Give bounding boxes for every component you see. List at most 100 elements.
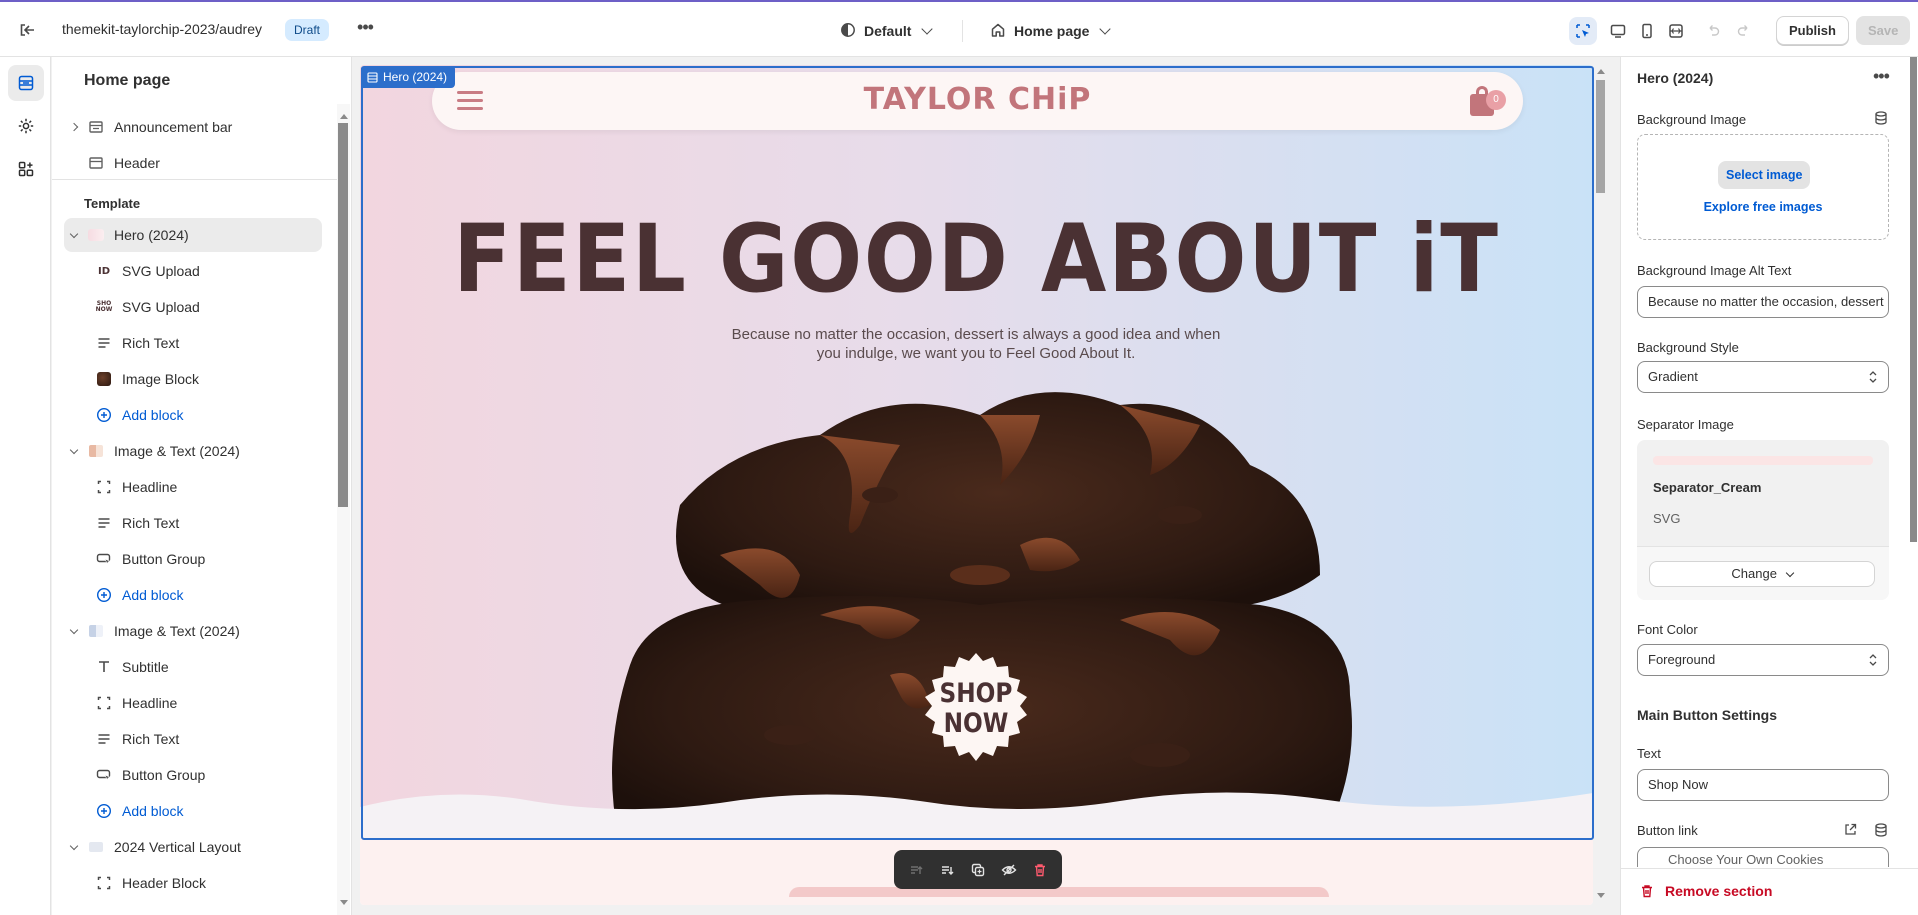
- duplicate-icon[interactable]: [965, 857, 991, 883]
- apps-icon[interactable]: [8, 151, 44, 187]
- button-cursor-icon: [94, 765, 114, 785]
- external-link-icon[interactable]: [1843, 822, 1858, 840]
- undo-icon[interactable]: [1699, 17, 1727, 45]
- chevron-down-icon: [1785, 568, 1794, 578]
- sidebar-block-rich-text[interactable]: Rich Text: [64, 506, 322, 540]
- chevron-down-icon[interactable]: [66, 445, 82, 454]
- save-button[interactable]: Save: [1856, 16, 1911, 45]
- sidebar-item-label: Button Group: [122, 767, 206, 783]
- mobile-view-icon[interactable]: [1633, 17, 1661, 45]
- main-button-heading: Main Button Settings: [1637, 707, 1777, 723]
- bg-image-picker: Select image Explore free images: [1637, 134, 1889, 240]
- theme-selector[interactable]: Default: [840, 19, 934, 43]
- chevron-down-icon[interactable]: [66, 229, 82, 238]
- sidebar-block-svg-upload[interactable]: ID SVG Upload: [64, 254, 322, 288]
- text-lines-icon: [94, 729, 114, 749]
- chevron-down-icon[interactable]: [66, 841, 82, 850]
- sidebar-block-button-group[interactable]: Button Group: [64, 758, 322, 792]
- desktop-view-icon[interactable]: [1604, 17, 1632, 45]
- cart-icon[interactable]: 0: [1470, 86, 1506, 116]
- add-block-button[interactable]: Add block: [64, 578, 322, 612]
- store-path: themekit-taylorchip-2023/audrey: [62, 21, 262, 37]
- brand-logo[interactable]: TAYLOR CHiP: [432, 82, 1523, 117]
- sidebar-scroll-thumb[interactable]: [338, 123, 348, 507]
- delete-icon[interactable]: [1027, 857, 1053, 883]
- more-actions-button[interactable]: •••: [354, 18, 376, 40]
- sidebar-block-header[interactable]: Header Block: [64, 866, 322, 900]
- font-color-select[interactable]: Foreground: [1637, 644, 1889, 676]
- sidebar-item-image-text[interactable]: Image & Text (2024): [64, 434, 322, 468]
- hero-section[interactable]: TAYLOR CHiP 0 FEEL GOOD ABOUT iT Because…: [360, 65, 1593, 839]
- font-color-value: Foreground: [1648, 652, 1716, 667]
- exit-icon[interactable]: [17, 20, 37, 40]
- selected-section-tag[interactable]: Hero (2024): [361, 67, 456, 88]
- chevron-right-icon[interactable]: [66, 122, 82, 132]
- section-icon: [367, 72, 378, 83]
- canvas-scroll-thumb[interactable]: [1596, 80, 1605, 193]
- move-down-icon[interactable]: [934, 857, 960, 883]
- sidebar-block-button-group[interactable]: Button Group: [64, 542, 322, 576]
- sidebar-block-rich-text[interactable]: Rich Text: [64, 722, 322, 756]
- sidebar-item-announcement-bar[interactable]: Announcement bar: [64, 110, 322, 144]
- sidebar-item-image-text[interactable]: Image & Text (2024): [64, 614, 322, 648]
- move-up-icon[interactable]: [903, 857, 929, 883]
- bg-image-label: Background Image: [1637, 112, 1747, 127]
- scroll-up-icon[interactable]: [1597, 69, 1605, 74]
- preview-canvas: TAYLOR CHiP 0 FEEL GOOD ABOUT iT Because…: [353, 57, 1619, 915]
- hero-thumbnail-icon: [86, 225, 106, 245]
- more-options-button[interactable]: •••: [1873, 66, 1890, 87]
- dynamic-source-icon[interactable]: [1873, 822, 1889, 841]
- shop-now-badge[interactable]: SHOP NOW: [917, 649, 1035, 767]
- scroll-down-icon[interactable]: [1597, 893, 1605, 898]
- sidebar-item-vertical-layout[interactable]: 2024 Vertical Layout: [64, 830, 322, 864]
- publish-button[interactable]: Publish: [1776, 16, 1849, 45]
- add-block-button[interactable]: Add block: [64, 398, 322, 432]
- hide-icon[interactable]: [996, 857, 1022, 883]
- settings-footer: Remove section: [1621, 868, 1918, 915]
- dynamic-source-icon[interactable]: [1873, 110, 1889, 129]
- add-block-button[interactable]: Add block: [64, 794, 322, 828]
- sidebar-item-hero[interactable]: Hero (2024): [64, 218, 322, 252]
- scroll-up-icon[interactable]: [340, 114, 348, 119]
- alt-text-label: Background Image Alt Text: [1637, 263, 1792, 278]
- remove-section-button[interactable]: Remove section: [1639, 883, 1772, 899]
- redo-icon[interactable]: [1730, 17, 1758, 45]
- select-image-button[interactable]: Select image: [1718, 161, 1811, 189]
- explore-free-images-link[interactable]: Explore free images: [1638, 200, 1888, 214]
- sidebar-item-label: SVG Upload: [122, 263, 200, 279]
- template-label: Template: [84, 196, 141, 211]
- frame-icon: [94, 477, 114, 497]
- sections-icon[interactable]: [8, 65, 44, 101]
- image-text-thumbnail-icon: [86, 621, 106, 641]
- plus-circle-icon: [94, 405, 114, 425]
- sidebar-block-subtitle[interactable]: Subtitle: [64, 650, 322, 684]
- sidebar-block-headline[interactable]: Headline: [64, 470, 322, 504]
- select-arrows-icon: [1869, 654, 1877, 666]
- sidebar-block-svg-upload[interactable]: SHO NOW SVG Upload: [64, 290, 322, 324]
- hero-subtext: Because no matter the occasion, dessert …: [731, 326, 1221, 362]
- page-selector-label: Home page: [1014, 23, 1090, 39]
- chevron-down-icon[interactable]: [66, 625, 82, 634]
- sidebar-block-image[interactable]: Image Block: [64, 362, 322, 396]
- change-image-button[interactable]: Change: [1649, 561, 1875, 587]
- inspector-toggle-icon[interactable]: [1569, 17, 1597, 45]
- full-width-view-icon[interactable]: [1662, 17, 1690, 45]
- sidebar-item-label: Button Group: [122, 551, 206, 567]
- bg-style-select[interactable]: Gradient: [1637, 361, 1889, 393]
- sidebar-item-header[interactable]: Header: [64, 146, 322, 180]
- scroll-down-icon[interactable]: [340, 900, 348, 905]
- cookie-image: [612, 392, 1352, 839]
- sidebar-item-label: Rich Text: [122, 335, 180, 351]
- separator-wave: [360, 792, 1593, 839]
- button-cursor-icon: [94, 549, 114, 569]
- theme-settings-icon[interactable]: [8, 108, 44, 144]
- sidebar-block-rich-text[interactable]: Rich Text: [64, 326, 322, 360]
- section-icon: [86, 117, 106, 137]
- alt-text-input[interactable]: Because no matter the occasion, dessert …: [1637, 286, 1889, 318]
- page-selector[interactable]: Home page: [990, 19, 1112, 43]
- button-link-input[interactable]: Choose Your Own Cookies: [1637, 847, 1889, 867]
- sidebar-block-headline[interactable]: Headline: [64, 686, 322, 720]
- settings-scroll-thumb[interactable]: [1910, 57, 1917, 542]
- button-text-input[interactable]: Shop Now: [1637, 769, 1889, 801]
- editor-rail: [0, 57, 51, 915]
